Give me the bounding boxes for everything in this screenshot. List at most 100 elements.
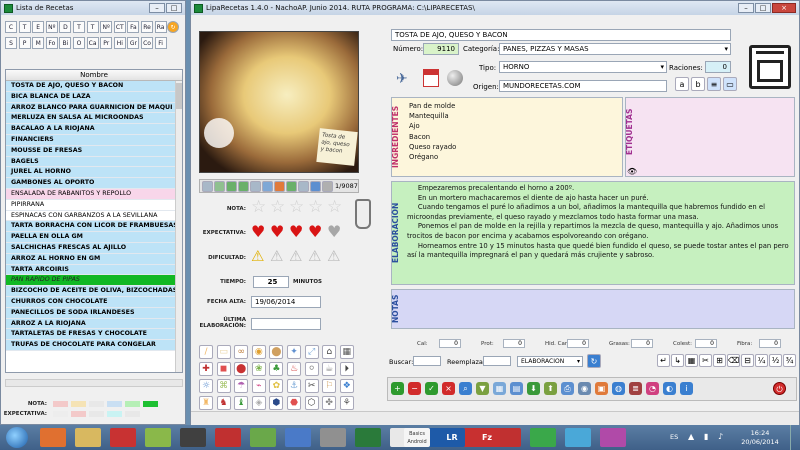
- nutrition-input[interactable]: 0: [567, 339, 589, 348]
- list-item[interactable]: BIZCOCHO DE ACEITE DE OLIVA, BIZCOCHADAS: [6, 286, 182, 297]
- nutrition-input[interactable]: 0: [439, 339, 461, 348]
- minimize-icon[interactable]: –: [738, 3, 754, 13]
- food-category-icon[interactable]: ♣: [269, 362, 284, 376]
- category-filter-button[interactable]: D: [59, 21, 72, 33]
- taskbar-app-icon[interactable]: [600, 428, 626, 447]
- list-item[interactable]: ARROZ BLANCO PARA GUARNICION DE MAQUI: [6, 102, 182, 114]
- nav-button-icon[interactable]: [262, 181, 273, 192]
- nutrition-input[interactable]: 0: [695, 339, 717, 348]
- food-category-icon[interactable]: ⬤: [234, 362, 249, 376]
- list-item[interactable]: BICA BLANCA DE LAZA: [6, 91, 182, 103]
- star-icon[interactable]: ☆: [289, 199, 304, 216]
- category-filter-button[interactable]: Ca: [86, 37, 99, 49]
- close-icon[interactable]: ×: [772, 3, 796, 13]
- category-filter-button[interactable]: Nº: [100, 21, 113, 33]
- food-category-icon[interactable]: ▭: [216, 345, 231, 359]
- category-filter-button[interactable]: Nº: [45, 21, 58, 33]
- legend-swatch[interactable]: [71, 411, 86, 417]
- replace-icon[interactable]: ↻: [587, 354, 601, 368]
- category-filter-button[interactable]: Re: [141, 21, 153, 33]
- star-icon[interactable]: ☆: [308, 199, 323, 216]
- categoria-select[interactable]: PANES, PIZZAS Y MASAS ▾: [499, 43, 731, 55]
- nav-button-icon[interactable]: [226, 181, 237, 192]
- category-filter-button[interactable]: T: [73, 21, 85, 33]
- taskbar-app-icon[interactable]: [40, 428, 66, 447]
- add-icon[interactable]: +: [391, 382, 404, 395]
- taskbar-app-icon[interactable]: [355, 428, 381, 447]
- status-orb-icon[interactable]: [447, 70, 463, 86]
- nav-button-icon[interactable]: [214, 181, 225, 192]
- food-category-icon[interactable]: ❀: [251, 362, 266, 376]
- food-category-icon[interactable]: ⬣: [287, 396, 301, 410]
- globe-icon[interactable]: ◐: [663, 382, 676, 395]
- gallery-icon[interactable]: ▣: [595, 382, 608, 395]
- heart-icon[interactable]: ♥: [270, 224, 284, 240]
- chart-icon[interactable]: ◔: [646, 382, 659, 395]
- format-icon[interactable]: ⊞: [713, 354, 726, 367]
- list-item[interactable]: MOUSSE DE FRESAS: [6, 145, 182, 157]
- category-filter-button[interactable]: O: [73, 37, 85, 49]
- nav-button-icon[interactable]: [238, 181, 249, 192]
- food-category-icon[interactable]: ✿: [269, 379, 284, 393]
- copy-icon[interactable]: ▭: [723, 77, 737, 91]
- legend-swatch[interactable]: [53, 401, 68, 407]
- food-category-icon[interactable]: ⬤: [269, 345, 284, 359]
- warning-icon[interactable]: ⚠: [308, 249, 321, 264]
- abc-icon[interactable]: b: [691, 77, 705, 91]
- format-icon[interactable]: ✂: [699, 354, 712, 367]
- clock-date[interactable]: 20/06/2014: [740, 438, 780, 446]
- taskbar-app-icon[interactable]: [180, 428, 206, 447]
- list-item[interactable]: ENSALADA DE RABANITOS Y REPOLLO: [6, 188, 182, 200]
- category-filter-button[interactable]: Fi: [154, 37, 167, 49]
- list-item[interactable]: PIPIRRANA: [6, 199, 182, 211]
- list-scrollbar[interactable]: [175, 81, 182, 372]
- taskbar-app-icon[interactable]: Fz: [474, 428, 500, 447]
- legend-swatch[interactable]: [107, 401, 122, 407]
- list-item[interactable]: TOSTA DE AJO, QUESO Y BACON: [6, 81, 182, 92]
- heart-icon[interactable]: ♥: [327, 224, 341, 240]
- buscar-input[interactable]: [413, 356, 441, 366]
- food-category-icon[interactable]: ⬢: [269, 396, 284, 410]
- minimize-icon[interactable]: –: [149, 3, 165, 13]
- taskbar-app-icon[interactable]: [530, 428, 556, 447]
- fecha-alta-input[interactable]: 19/06/2014: [251, 296, 321, 308]
- taskbar-app-icon[interactable]: [145, 428, 171, 447]
- format-icon[interactable]: ↳: [671, 354, 684, 367]
- nav-button-icon[interactable]: [274, 181, 285, 192]
- calendar-icon[interactable]: [423, 69, 439, 87]
- taskbar-app-icon[interactable]: [110, 428, 136, 447]
- food-category-icon[interactable]: ⌁: [251, 379, 266, 393]
- taskbar-app-icon[interactable]: [565, 428, 591, 447]
- camera-icon[interactable]: ◉: [578, 382, 591, 395]
- scrollbar-thumb[interactable]: [176, 83, 182, 109]
- raciones-input[interactable]: 0: [705, 61, 731, 73]
- start-button[interactable]: [6, 427, 28, 448]
- language-indicator[interactable]: ES: [670, 433, 678, 441]
- fraction-button[interactable]: ¼: [755, 354, 768, 367]
- satellite-icon[interactable]: ✈: [396, 71, 412, 87]
- cancel-icon[interactable]: ×: [442, 382, 455, 395]
- star-icon[interactable]: ☆: [251, 199, 266, 216]
- volume-icon[interactable]: ♪: [718, 432, 723, 441]
- category-filter-button[interactable]: CT: [113, 21, 126, 33]
- food-category-icon[interactable]: ☼: [199, 379, 213, 393]
- legend-swatch[interactable]: [125, 411, 140, 417]
- category-filter-button[interactable]: T: [86, 21, 99, 33]
- list-item[interactable]: CHURROS CON CHOCOLATE: [6, 296, 182, 308]
- list-item[interactable]: SALCHICHAS FRESCAS AL AJILLO: [6, 242, 182, 254]
- list-item[interactable]: BACALAO A LA RIOJANA: [6, 124, 182, 135]
- nav-button-icon[interactable]: [298, 181, 309, 192]
- legend-swatch[interactable]: [71, 401, 86, 407]
- category-filter-button[interactable]: P: [18, 37, 31, 49]
- category-filter-button[interactable]: E: [32, 21, 45, 33]
- heart-icon[interactable]: ♥: [308, 224, 322, 240]
- food-category-icon[interactable]: ⏵: [339, 362, 354, 376]
- list-item[interactable]: FINANCIERS: [6, 134, 182, 146]
- info-icon[interactable]: i: [680, 382, 693, 395]
- warning-icon[interactable]: ⚠: [327, 249, 340, 264]
- nutrition-input[interactable]: 0: [759, 339, 781, 348]
- legend-swatch[interactable]: [53, 411, 68, 417]
- document-icon[interactable]: ≡: [707, 77, 721, 91]
- list-item[interactable]: ARROZ A LA RIOJANA: [6, 318, 182, 330]
- taskbar-app-icon[interactable]: LR: [439, 428, 465, 447]
